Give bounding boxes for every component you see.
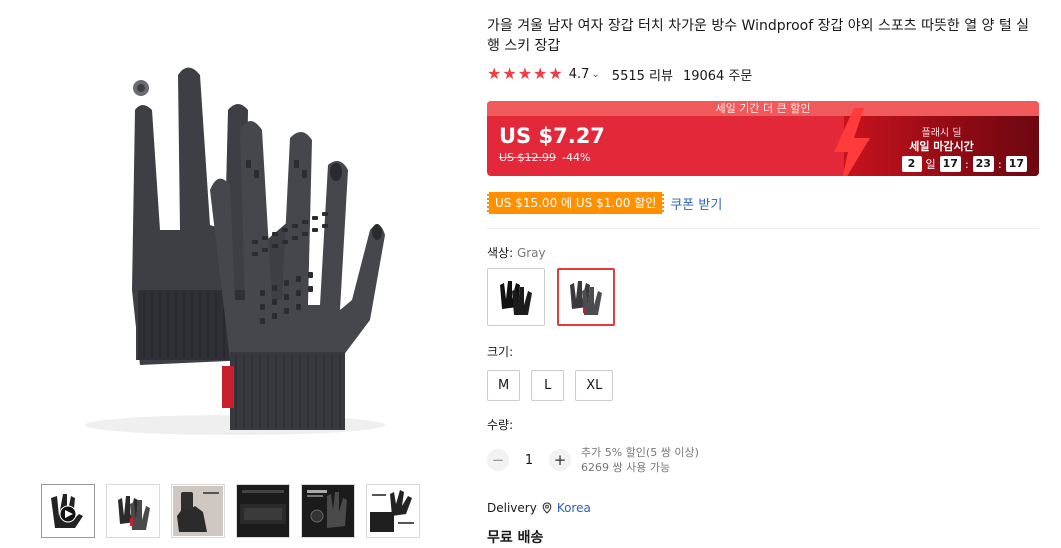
thumbnail-4[interactable] [236, 484, 290, 538]
size-option-xl[interactable]: XL [575, 370, 614, 401]
color-label-text: 색상: [487, 246, 514, 260]
current-price: US $7.27 [499, 124, 605, 148]
star-icon: ★ [487, 64, 502, 83]
sale-end-title: 세일 마감시간 [909, 140, 974, 153]
countdown-separator: : [997, 157, 1002, 171]
thumbnail-strip [41, 484, 420, 538]
price-banner: 세일 기간 더 큰 할인 US $7.27 US $12.99 -44% 플래시… [487, 101, 1039, 176]
countdown-hours: 17 [939, 156, 961, 172]
countdown-timer: 2 일 17 : 23 : 17 [901, 156, 1027, 172]
sale-banner-text: 세일 기간 더 큰 할인 [487, 101, 1039, 116]
stock-available-text: 6269 쌍 사용 가능 [581, 461, 671, 474]
divider [487, 228, 1039, 229]
countdown-separator: : [964, 157, 969, 171]
star-icon: ★ [548, 64, 563, 83]
increase-quantity-button[interactable]: + [549, 449, 571, 471]
color-option-black[interactable] [487, 268, 545, 326]
rating-value[interactable]: 4.7 [569, 67, 590, 82]
quantity-value[interactable]: 1 [509, 453, 549, 468]
get-coupon-link[interactable]: 쿠폰 받기 [670, 194, 722, 213]
countdown-minutes: 23 [972, 156, 994, 172]
quantity-info: 추가 5% 할인(5 쌍 이상) 6269 쌍 사용 가능 [581, 445, 699, 475]
delivery-country-link[interactable]: Korea [557, 501, 591, 515]
main-product-image[interactable] [40, 40, 425, 440]
thumbnail-5[interactable] [301, 484, 355, 538]
original-price: US $12.99 [499, 151, 557, 164]
decrease-quantity-button[interactable]: − [487, 449, 509, 471]
size-options: M L XL [487, 370, 1039, 401]
thumbnail-3[interactable] [171, 484, 225, 538]
delivery-row: Delivery Korea [487, 501, 1039, 515]
star-icon: ★ [517, 64, 533, 83]
delivery-label: Delivery [487, 501, 537, 515]
size-option-m[interactable]: M [487, 370, 521, 401]
chevron-down-icon[interactable]: ⌄ [591, 69, 599, 80]
color-option-gray[interactable] [557, 268, 615, 326]
review-count[interactable]: 5515 리뷰 [612, 65, 673, 84]
size-label: 크기: [487, 345, 514, 359]
rating-row: ★ ★ ★ ★ ★ 4.7 ⌄ 5515 리뷰 19064 주문 [487, 64, 1039, 84]
coupon-row: US $15.00 에 US $1.00 할인 쿠폰 받기 [484, 192, 1039, 214]
star-icon: ★ [502, 64, 517, 83]
coupon-tag: US $15.00 에 US $1.00 할인 [484, 192, 667, 214]
bulk-discount-text: 추가 5% 할인(5 쌍 이상) [581, 446, 699, 459]
thumbnail-6[interactable] [366, 484, 420, 538]
countdown-day-unit: 일 [925, 158, 936, 171]
thumbnail-2[interactable] [106, 484, 160, 538]
free-shipping-text: 무료 배송 [487, 530, 544, 546]
rating-stars: ★ ★ ★ ★ ★ [487, 66, 563, 82]
flash-deal-panel: 플래시 딜 세일 마감시간 2 일 17 : 23 : 17 [834, 108, 1039, 176]
quantity-label: 수량: [487, 418, 514, 432]
selected-color: Gray [516, 246, 546, 260]
flash-deal-label: 플래시 딜 [921, 128, 962, 139]
size-option-l[interactable]: L [531, 370, 565, 401]
color-label: 색상: Gray [487, 244, 1039, 261]
product-info-panel: 가을 겨울 남자 여자 장갑 터치 차가운 방수 Windproof 장갑 야외… [484, 16, 1039, 547]
quantity-stepper: − 1 + 추가 5% 할인(5 쌍 이상) 6269 쌍 사용 가능 [487, 445, 1039, 475]
location-pin-icon [542, 502, 552, 514]
countdown-seconds: 17 [1005, 156, 1027, 172]
product-title: 가을 겨울 남자 여자 장갑 터치 차가운 방수 Windproof 장갑 야외… [487, 18, 1030, 54]
star-icon: ★ [533, 64, 548, 83]
discount-percent: -44% [562, 151, 591, 164]
order-count: 19064 주문 [682, 68, 753, 84]
countdown-days: 2 [901, 156, 922, 172]
color-swatches [487, 268, 1039, 326]
thumbnail-video[interactable] [41, 484, 95, 538]
